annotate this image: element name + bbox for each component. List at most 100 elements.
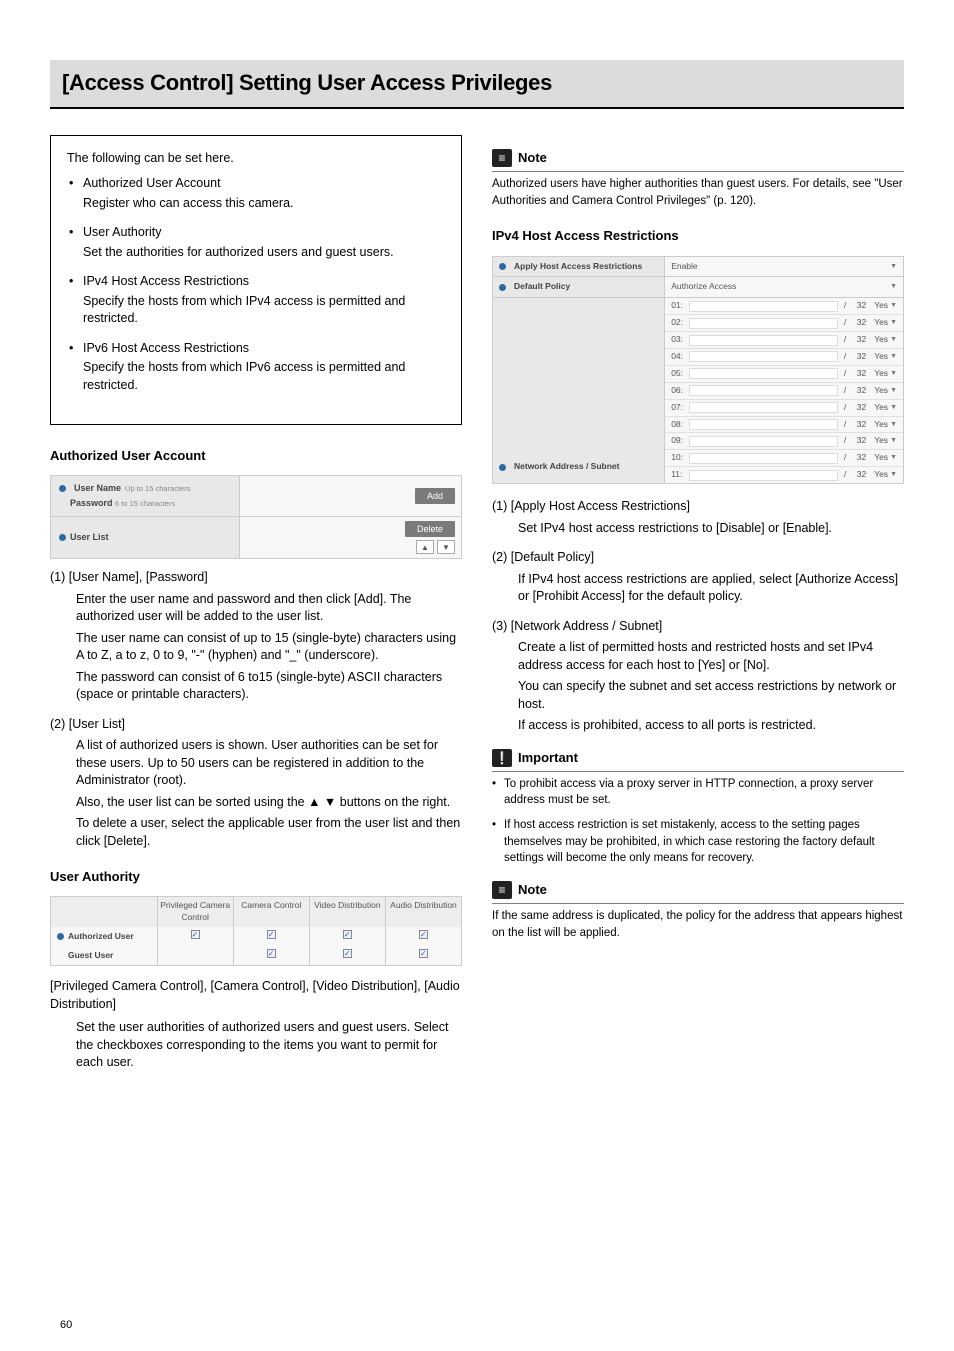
desc-item-title: (2) [Default Policy] — [492, 549, 904, 567]
host-subnet[interactable]: 32 — [848, 317, 866, 329]
host-row-index: 07: — [671, 402, 689, 414]
section-heading-ipv4: IPv4 Host Access Restrictions — [492, 227, 904, 245]
intro-lead: The following can be set here. — [67, 150, 445, 168]
chevron-down-icon: ▼ — [890, 318, 897, 328]
authorized-user-items: (1) [User Name], [Password] Enter the us… — [50, 569, 462, 850]
host-row-index: 01: — [671, 300, 689, 312]
screenshot-authorized-user-account: User Name Up to 15 characters Password 6… — [50, 475, 462, 559]
two-column-layout: The following can be set here. Authorize… — [50, 135, 904, 1078]
checkbox-icon[interactable] — [419, 930, 428, 939]
checkbox-icon[interactable] — [191, 930, 200, 939]
host-subnet[interactable]: 32 — [848, 334, 866, 346]
host-address-input[interactable] — [689, 351, 838, 362]
ipv4-items: (1) [Apply Host Access Restrictions] Set… — [492, 498, 904, 735]
desc-para: Also, the user list can be sorted using … — [76, 794, 462, 812]
host-yesno[interactable]: Yes — [874, 334, 888, 346]
host-row-index: 05: — [671, 368, 689, 380]
host-subnet[interactable]: 32 — [848, 419, 866, 431]
ua-row-label: Guest User — [68, 950, 113, 962]
info-dot-icon — [499, 284, 506, 291]
hr-left-label: Network Address / Subnet — [514, 461, 619, 473]
desc-item: (2) [User List] A list of authorized use… — [50, 716, 462, 851]
host-subnet[interactable]: 32 — [848, 469, 866, 481]
host-yesno[interactable]: Yes — [874, 351, 888, 363]
desc-para: Enter the user name and password and the… — [76, 591, 462, 626]
important-body: To prohibit access via a proxy server in… — [492, 776, 904, 867]
host-address-input[interactable] — [689, 301, 838, 312]
host-yesno[interactable]: Yes — [874, 435, 888, 447]
host-address-input[interactable] — [689, 368, 838, 379]
move-down-button[interactable]: ▼ — [437, 540, 455, 554]
host-address-input[interactable] — [689, 470, 838, 481]
host-address-input[interactable] — [689, 335, 838, 346]
checkbox-icon[interactable] — [267, 949, 276, 958]
desc-para: The password can consist of 6 to15 (sing… — [76, 669, 462, 704]
hr-row1-value[interactable]: Enable — [671, 261, 697, 273]
checkbox-icon[interactable] — [419, 949, 428, 958]
host-yesno[interactable]: Yes — [874, 317, 888, 329]
chevron-down-icon: ▼ — [890, 420, 897, 430]
host-row: 11:/32Yes▼ — [665, 467, 903, 483]
slash: / — [844, 368, 846, 380]
move-up-button[interactable]: ▲ — [416, 540, 434, 554]
host-row: 04:/32Yes▼ — [665, 349, 903, 366]
slash: / — [844, 334, 846, 346]
ss-password-hint: 6 to 15 characters — [115, 499, 175, 508]
host-subnet[interactable]: 32 — [848, 435, 866, 447]
desc-para: Set IPv4 host access restrictions to [Di… — [518, 520, 904, 538]
add-button[interactable]: Add — [415, 488, 455, 505]
host-yesno[interactable]: Yes — [874, 419, 888, 431]
left-column: The following can be set here. Authorize… — [50, 135, 462, 1078]
host-address-input[interactable] — [689, 453, 838, 464]
host-yesno[interactable]: Yes — [874, 469, 888, 481]
host-yesno[interactable]: Yes — [874, 300, 888, 312]
desc-para: You can specify the subnet and set acces… — [518, 678, 904, 713]
host-address-input[interactable] — [689, 419, 838, 430]
host-yesno[interactable]: Yes — [874, 452, 888, 464]
host-subnet[interactable]: 32 — [848, 452, 866, 464]
host-row: 01:/32Yes▼ — [665, 298, 903, 315]
checkbox-icon[interactable] — [343, 949, 352, 958]
host-subnet[interactable]: 32 — [848, 385, 866, 397]
slash: / — [844, 300, 846, 312]
host-yesno[interactable]: Yes — [874, 402, 888, 414]
chevron-down-icon: ▼ — [890, 335, 897, 345]
host-subnet[interactable]: 32 — [848, 351, 866, 363]
host-subnet[interactable]: 32 — [848, 402, 866, 414]
host-address-input[interactable] — [689, 402, 838, 413]
host-yesno[interactable]: Yes — [874, 368, 888, 380]
host-subnet[interactable]: 32 — [848, 300, 866, 312]
hr-row2-value[interactable]: Authorize Access — [671, 281, 736, 293]
desc-item: (2) [Default Policy] If IPv4 host access… — [492, 549, 904, 606]
host-address-input[interactable] — [689, 436, 838, 447]
host-row: 06: /32 Yes▼ — [665, 383, 903, 400]
desc-item-title: (1) [Apply Host Access Restrictions] — [492, 498, 904, 516]
checkbox-icon[interactable] — [267, 930, 276, 939]
intro-item-head: IPv6 Host Access Restrictions — [83, 340, 445, 358]
note-icon: ≡ — [492, 149, 512, 167]
ua-col-head: Audio Distribution — [386, 897, 461, 927]
host-yesno[interactable]: Yes — [874, 385, 888, 397]
intro-box: The following can be set here. Authorize… — [50, 135, 462, 426]
page-number: 60 — [60, 1318, 72, 1333]
host-row: 08:/32Yes▼ — [665, 417, 903, 434]
important-label: Important — [518, 749, 578, 767]
intro-item: Authorized User Account Register who can… — [67, 175, 445, 212]
host-row-index: 06: — [671, 385, 689, 397]
screenshot-ipv4-restrictions: Apply Host Access Restrictions Enable▼ D… — [492, 256, 904, 485]
desc-item: (3) [Network Address / Subnet] Create a … — [492, 618, 904, 735]
screenshot-user-authority: Privileged Camera Control Camera Control… — [50, 896, 462, 966]
hr-row1-label: Apply Host Access Restrictions — [514, 261, 642, 273]
checkbox-icon[interactable] — [343, 930, 352, 939]
slash: / — [844, 469, 846, 481]
slash: / — [844, 452, 846, 464]
delete-button[interactable]: Delete — [405, 521, 455, 538]
slash: / — [844, 385, 846, 397]
host-address-input[interactable] — [689, 385, 838, 396]
chevron-down-icon: ▼ — [890, 386, 897, 396]
host-subnet[interactable]: 32 — [848, 368, 866, 380]
host-address-input[interactable] — [689, 318, 838, 329]
host-row: 10:/32Yes▼ — [665, 450, 903, 467]
desc-item-title: (3) [Network Address / Subnet] — [492, 618, 904, 636]
ss-password-label: Password — [70, 498, 113, 508]
